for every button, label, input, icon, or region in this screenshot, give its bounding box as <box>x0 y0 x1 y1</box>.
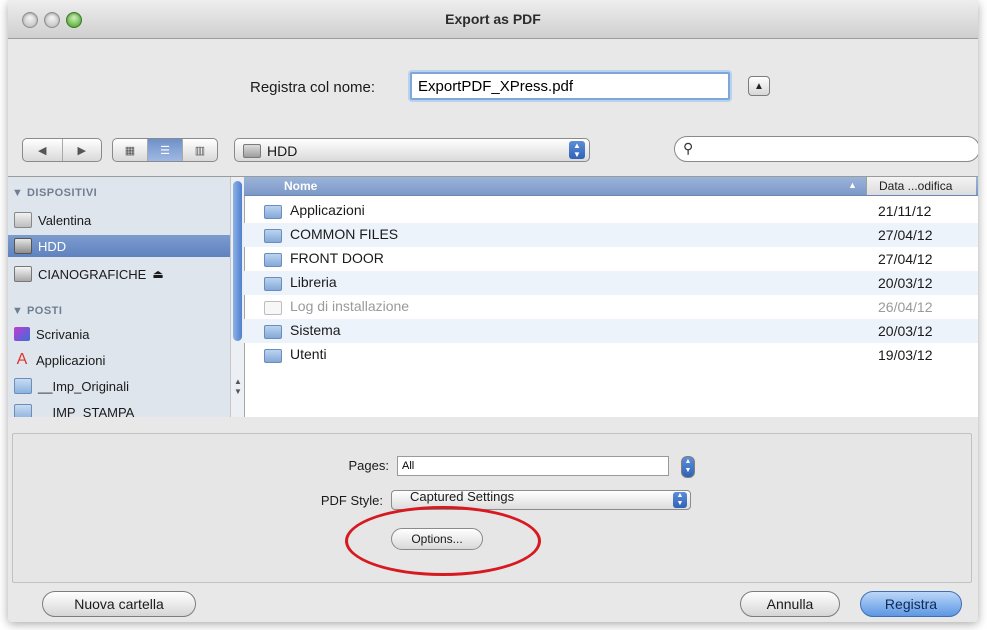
window-title: Export as PDF <box>445 11 541 27</box>
folder-icon <box>264 253 282 267</box>
search-field[interactable]: ⚲ <box>674 136 978 162</box>
location-popup[interactable]: HDD ▲ ▼ <box>234 138 590 162</box>
file-row[interactable]: Sistema 20/03/12 <box>244 319 978 343</box>
file-row[interactable]: FRONT DOOR 27/04/12 <box>244 247 978 271</box>
file-date: 26/04/12 <box>878 299 933 315</box>
hard-drive-icon <box>243 144 261 158</box>
eject-icon[interactable]: ⏏ <box>152 267 163 281</box>
sidebar-item-label: Scrivania <box>36 326 90 342</box>
browser-toolbar: ◀ ▶ ▦ ☰ ▥ HDD ▲ ▼ ⚲ <box>8 136 978 164</box>
sidebar-item-valentina[interactable]: Valentina <box>8 209 230 231</box>
file-date: 20/03/12 <box>878 323 933 339</box>
file-date: 21/11/12 <box>878 203 932 219</box>
highlight-circle <box>345 506 541 576</box>
pdf-style-value: Captured Settings <box>410 490 515 504</box>
folder-icon <box>14 404 32 417</box>
hard-drive-icon <box>14 238 32 254</box>
scrollbar-thumb[interactable] <box>233 181 242 341</box>
export-dialog: Export as PDF Registra col nome: ▲ ◀ ▶ ▦… <box>8 0 978 622</box>
applications-icon: A <box>16 351 28 368</box>
pages-stepper[interactable]: ▲ ▼ <box>681 456 695 478</box>
sidebar-item-label: HDD <box>38 238 67 254</box>
sidebar-header-devices: ▼ DISPOSITIVI <box>12 187 98 199</box>
pdf-style-label: PDF Style: <box>320 493 383 508</box>
file-date: 27/04/12 <box>878 227 933 243</box>
list-view-icon[interactable]: ☰ <box>148 139 183 161</box>
cancel-button[interactable]: Annulla <box>740 591 840 617</box>
sidebar-item-imp-stampa[interactable]: __IMP_STAMPA <box>8 401 230 417</box>
file-date: 19/03/12 <box>878 347 933 363</box>
sidebar-item-imp-originali[interactable]: __Imp_Originali <box>8 375 230 397</box>
sidebar-item-label: CIANOGRAFICHE <box>38 266 147 282</box>
list-header: Nome ▲ Data ...odifica <box>244 177 978 196</box>
file-list: Nome ▲ Data ...odifica Applicazioni 21/1… <box>244 177 978 417</box>
search-icon: ⚲ <box>683 140 694 156</box>
expand-dialog-button[interactable]: ▲ <box>748 76 770 96</box>
back-forward-control: ◀ ▶ <box>22 138 102 162</box>
file-row[interactable]: Applicazioni 21/11/12 <box>244 199 978 223</box>
save-button[interactable]: Registra <box>860 591 962 617</box>
file-row[interactable]: Utenti 19/03/12 <box>244 343 978 367</box>
disk-icon <box>14 212 32 228</box>
folder-icon <box>14 378 32 394</box>
popup-arrows-icon: ▲ ▼ <box>569 141 585 159</box>
folder-icon <box>264 349 282 363</box>
file-name: COMMON FILES <box>290 226 399 242</box>
forward-button[interactable]: ▶ <box>63 139 102 161</box>
sidebar-item-cianografiche[interactable]: CIANOGRAFICHE ⏏ <box>8 263 230 285</box>
new-folder-button[interactable]: Nuova cartella <box>42 591 196 617</box>
desktop-icon <box>14 327 30 341</box>
file-name: Libreria <box>290 274 337 290</box>
file-row: Log di installazione 26/04/12 <box>244 295 978 319</box>
folder-icon <box>264 277 282 291</box>
back-button[interactable]: ◀ <box>23 139 63 161</box>
dialog-lower-area: Pages: ▲▼ PDF Style: Captured Settings ▲… <box>8 417 978 622</box>
icon-view-icon[interactable]: ▦ <box>113 139 148 161</box>
file-name: Applicazioni <box>290 202 365 218</box>
column-header-name[interactable]: Nome <box>284 179 317 193</box>
sidebar-item-scrivania[interactable]: Scrivania <box>8 323 230 345</box>
folder-icon <box>264 325 282 339</box>
save-as-label: Registra col nome: <box>250 79 376 96</box>
pages-label: Pages: <box>348 458 389 473</box>
sidebar-header-places: ▼ POSTI <box>12 305 63 317</box>
location-label: HDD <box>267 143 298 159</box>
sort-ascending-icon: ▲ <box>848 180 857 190</box>
pdf-options-panel: Pages: ▲▼ PDF Style: Captured Settings ▲… <box>12 433 972 583</box>
sidebar-item-applicazioni[interactable]: A Applicazioni <box>8 349 230 371</box>
sidebar-item-label: Valentina <box>38 212 92 228</box>
file-row[interactable]: Libreria 20/03/12 <box>244 271 978 295</box>
column-header-date[interactable]: Data ...odifica <box>866 177 976 195</box>
file-date: 27/04/12 <box>878 251 933 267</box>
pages-input[interactable] <box>397 456 669 476</box>
title-bar: Export as PDF <box>8 0 978 39</box>
document-icon <box>264 301 282 315</box>
view-mode-control: ▦ ☰ ▥ <box>112 138 218 162</box>
file-name: Sistema <box>290 322 341 338</box>
sidebar-item-label: Applicazioni <box>36 352 106 368</box>
network-drive-icon <box>14 266 32 282</box>
search-input[interactable] <box>703 140 967 157</box>
sidebar-item-label: __Imp_Originali <box>38 378 130 394</box>
sidebar-item-hdd[interactable]: HDD <box>8 235 230 257</box>
triangle-up-icon: ▲ <box>754 80 764 92</box>
scroll-arrows-icon[interactable]: ▲ ▼ <box>234 377 242 397</box>
file-browser: ▼ DISPOSITIVI Valentina HDD CIANOGRAFICH… <box>8 176 978 418</box>
sidebar-scrollbar[interactable]: ▲ ▼ <box>230 177 244 417</box>
popup-arrows-icon: ▲ ▼ <box>673 492 687 508</box>
folder-icon <box>264 205 282 219</box>
save-as-row: Registra col nome: ▲ <box>8 72 978 104</box>
file-name: Log di installazione <box>290 298 410 314</box>
file-name: Utenti <box>290 346 327 362</box>
folder-icon <box>264 229 282 243</box>
sidebar: ▼ DISPOSITIVI Valentina HDD CIANOGRAFICH… <box>8 177 245 417</box>
sidebar-item-label: __IMP_STAMPA <box>38 404 135 418</box>
file-date: 20/03/12 <box>878 275 933 291</box>
filename-input[interactable] <box>410 72 730 100</box>
file-name: FRONT DOOR <box>290 250 384 266</box>
file-row[interactable]: COMMON FILES 27/04/12 <box>244 223 978 247</box>
column-view-icon[interactable]: ▥ <box>183 139 217 161</box>
